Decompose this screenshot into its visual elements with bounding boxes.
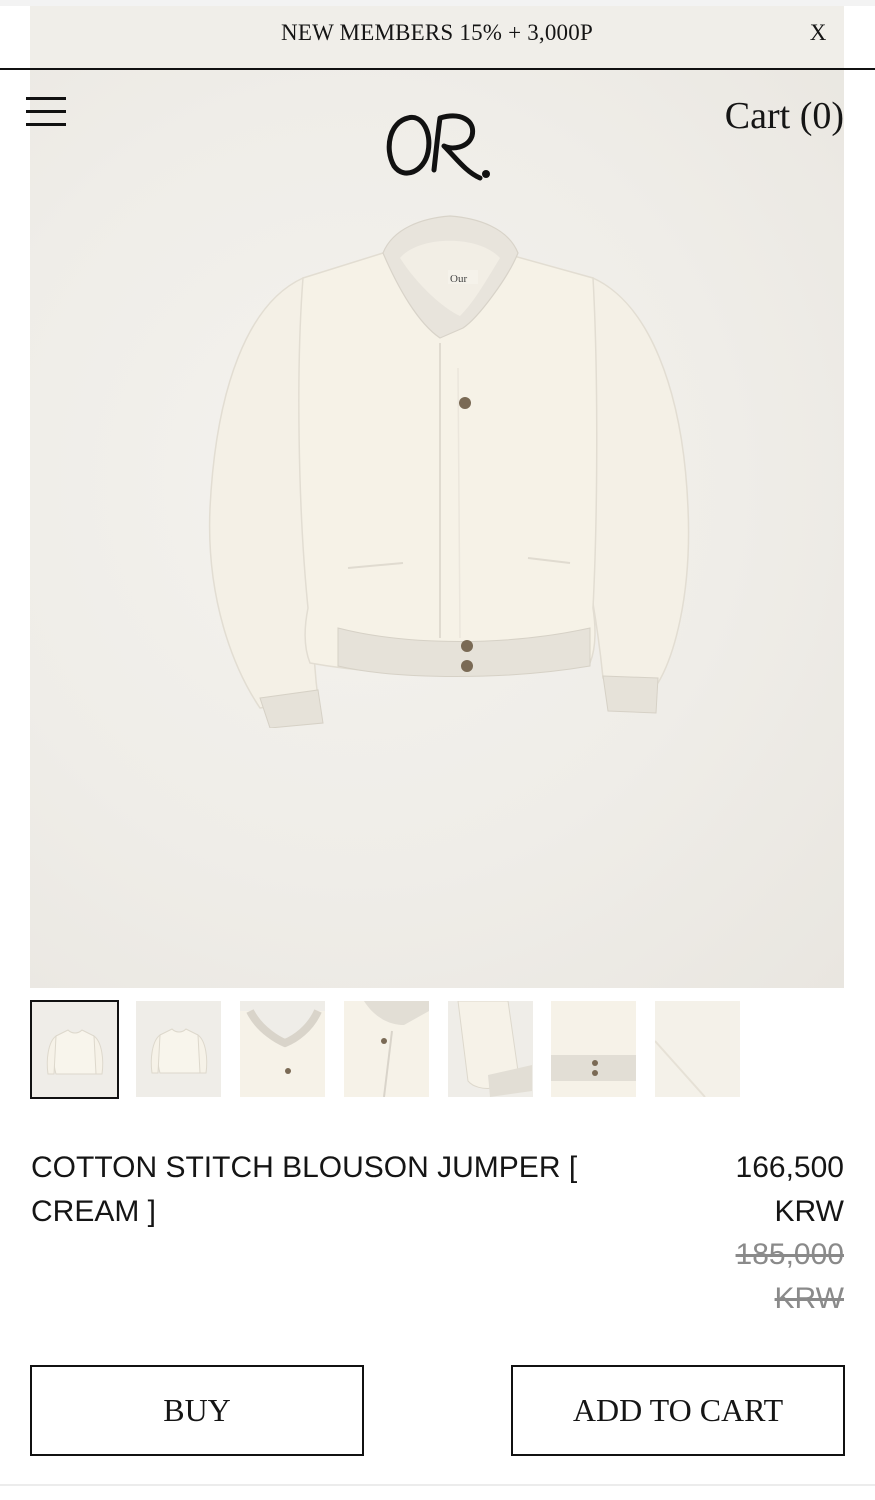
sale-price-currency: KRW [774,1195,844,1228]
thumbnail-4[interactable] [344,1001,429,1097]
original-price-currency: KRW [774,1282,844,1315]
original-price-amount: 185,000 [735,1238,844,1271]
bottom-divider [0,1484,875,1486]
thumbnail-7[interactable] [655,1001,740,1097]
jacket-label-text: Our [450,273,467,285]
cart-link[interactable]: Cart (0) [725,94,844,138]
thumbnail-6[interactable] [551,1001,636,1097]
jacket-image: Our [208,215,690,728]
add-to-cart-button[interactable]: ADD TO CART [511,1365,845,1456]
sale-price: 166,500 KRW [644,1146,844,1234]
buy-button[interactable]: BUY [30,1365,364,1456]
thumbnail-strip [30,1000,844,1100]
thumbnail-3[interactable] [240,1001,325,1097]
promo-banner-inner: NEW MEMBERS 15% + 3,000P X [30,6,844,68]
product-title: COTTON STITCH BLOUSON JUMPER [ CREAM ] [31,1151,578,1228]
promo-text: NEW MEMBERS 15% + 3,000P [281,20,593,45]
original-price: 185,000 KRW [644,1233,844,1321]
product-main-image[interactable]: Our [30,70,844,988]
thumbnail-2[interactable] [136,1001,221,1097]
promo-banner: NEW MEMBERS 15% + 3,000P X [0,0,875,70]
hamburger-menu-icon[interactable] [24,96,68,130]
sale-price-amount: 166,500 [735,1151,844,1184]
promo-close-button[interactable]: X [806,20,830,50]
thumbnail-5[interactable] [448,1001,533,1097]
brand-logo[interactable] [380,108,496,188]
thumbnail-1[interactable] [30,1000,119,1099]
